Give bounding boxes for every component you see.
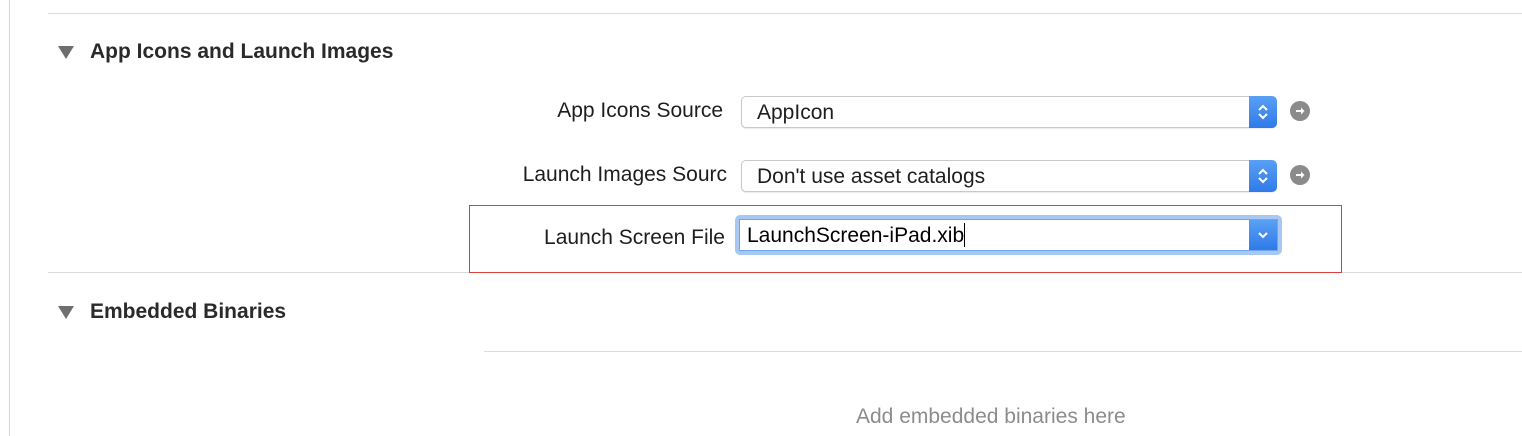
launch-screen-file-combobox[interactable]: LaunchScreen-iPad.xib (735, 215, 1282, 255)
section-header-app-icons[interactable]: App Icons and Launch Images (58, 40, 393, 64)
section-separator-right (1342, 272, 1522, 273)
embedded-binaries-placeholder: Add embedded binaries here (856, 405, 1126, 428)
launch-screen-file-input[interactable]: LaunchScreen-iPad.xib (739, 219, 1278, 251)
section-title: App Icons and Launch Images (90, 40, 394, 63)
top-separator (48, 13, 1522, 14)
section-separator (48, 272, 469, 273)
section-header-embedded-binaries[interactable]: Embedded Binaries (58, 300, 286, 324)
disclosure-triangle-icon[interactable] (58, 305, 74, 319)
general-settings-pane: App Icons and Launch Images App Icons So… (0, 0, 1522, 436)
up-down-chevron-icon[interactable] (1249, 96, 1277, 128)
up-down-chevron-icon[interactable] (1249, 160, 1277, 192)
binaries-list-top-border (484, 351, 1522, 352)
launch-screen-file-label: Launch Screen File (544, 226, 725, 249)
disclosure-triangle-icon[interactable] (58, 45, 74, 59)
app-icons-source-value: AppIcon (757, 101, 835, 124)
pane-left-border (9, 0, 10, 436)
arrow-right-circle-icon[interactable] (1290, 165, 1310, 185)
section-title: Embedded Binaries (90, 300, 287, 323)
app-icons-source-popup[interactable]: AppIcon (741, 96, 1277, 128)
launch-images-source-label: Launch Images Sourc (522, 163, 727, 186)
launch-images-source-value: Don't use asset catalogs (757, 165, 986, 188)
launch-images-source-popup[interactable]: Don't use asset catalogs (741, 160, 1277, 192)
text-caret (964, 223, 966, 247)
app-icons-source-label: App Icons Source (557, 99, 723, 122)
chevron-down-icon[interactable] (1249, 220, 1277, 250)
launch-screen-file-value: LaunchScreen-iPad.xib (747, 224, 965, 247)
arrow-right-circle-icon[interactable] (1290, 101, 1310, 121)
